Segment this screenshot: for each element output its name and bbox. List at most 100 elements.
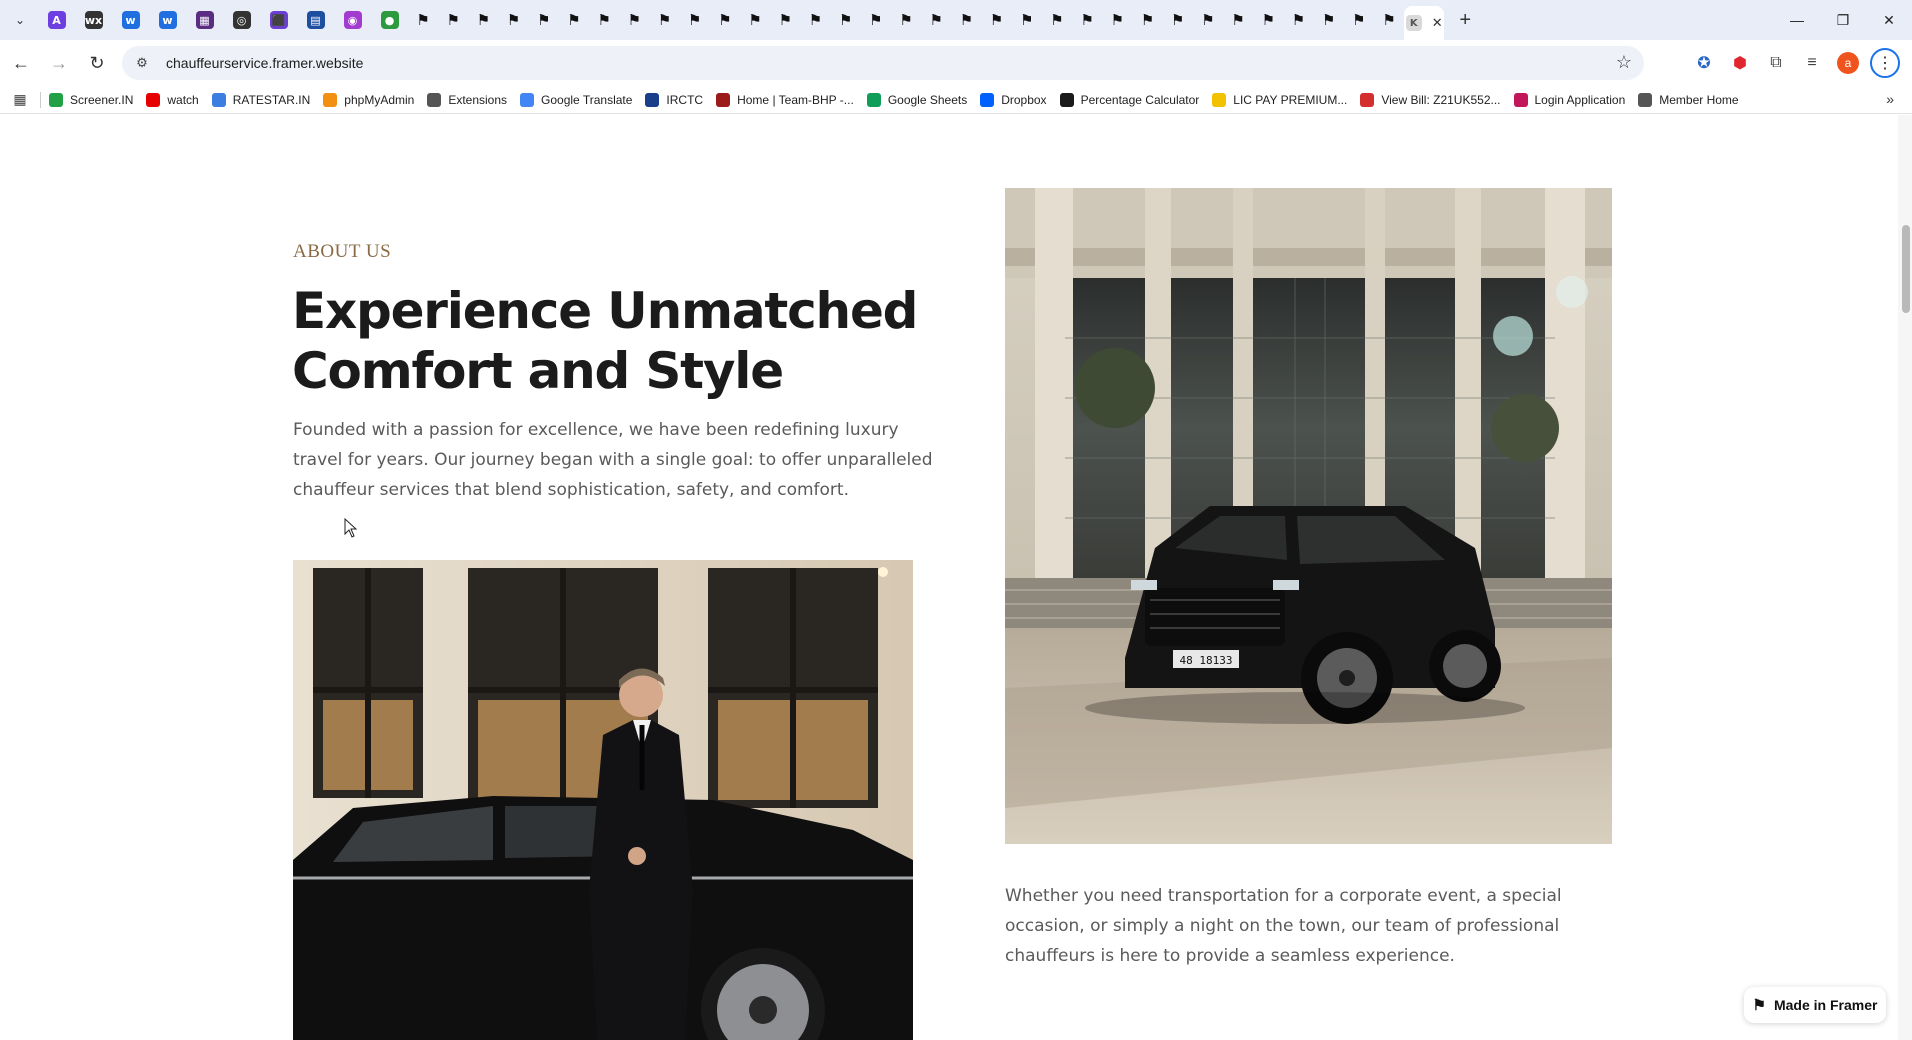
url-text[interactable]: chauffeurservice.framer.website — [166, 55, 363, 71]
forward-button[interactable]: → — [42, 46, 76, 80]
framer-tab-12[interactable]: ⚑ — [740, 4, 770, 36]
pinned-tab-6[interactable]: ◎ — [223, 4, 260, 36]
extensions-puzzle-icon[interactable]: ⧉ — [1758, 46, 1794, 80]
translate-icon — [520, 92, 535, 107]
framer-tab-26[interactable]: ⚑ — [1163, 4, 1193, 36]
site-info-icon[interactable]: ⚙ — [132, 53, 152, 73]
active-tab[interactable]: K ✕ — [1404, 6, 1445, 40]
extension-shield-icon[interactable]: ⬢ — [1722, 46, 1758, 80]
pinned-tab-7[interactable]: ⬛ — [260, 4, 297, 36]
purple-a-icon: A — [47, 11, 66, 29]
framer-tab-23[interactable]: ⚑ — [1072, 4, 1102, 36]
bookmark-item[interactable]: phpMyAdmin — [323, 92, 414, 107]
bookmark-item[interactable]: Extensions — [427, 92, 507, 107]
framer-icon: ⚑ — [1171, 11, 1185, 29]
pinned-tab-3[interactable]: w — [112, 4, 149, 36]
bookmark-item[interactable]: Percentage Calculator — [1059, 92, 1200, 107]
framer-tab-6[interactable]: ⚑ — [559, 4, 589, 36]
framer-tab-17[interactable]: ⚑ — [891, 4, 921, 36]
blue-w-icon: w — [121, 11, 140, 29]
framer-tab-32[interactable]: ⚑ — [1344, 4, 1374, 36]
bookmark-item[interactable]: RATESTAR.IN — [211, 92, 310, 107]
pinned-tab-8[interactable]: ▤ — [297, 4, 334, 36]
media-controls-icon[interactable]: ≡ — [1794, 46, 1830, 80]
framer-icon: ⚑ — [1231, 11, 1245, 29]
framer-tab-28[interactable]: ⚑ — [1223, 4, 1253, 36]
bookmark-item[interactable]: Screener.IN — [49, 92, 133, 107]
bookmark-item[interactable]: View Bill: Z21UK552... — [1360, 92, 1501, 107]
bookmark-star-icon[interactable]: ☆ — [1616, 52, 1632, 73]
framer-tab-10[interactable]: ⚑ — [680, 4, 710, 36]
bookmark-label: Percentage Calculator — [1080, 92, 1200, 107]
bookmark-item[interactable]: Login Application — [1513, 92, 1625, 107]
bookmark-label: Home | Team-BHP -... — [737, 92, 854, 107]
framer-tab-27[interactable]: ⚑ — [1193, 4, 1223, 36]
framer-tab-31[interactable]: ⚑ — [1314, 4, 1344, 36]
bookmark-item[interactable]: Member Home — [1638, 92, 1739, 107]
framer-tab-11[interactable]: ⚑ — [710, 4, 740, 36]
bookmark-item[interactable]: Google Sheets — [866, 92, 967, 107]
framer-tab-13[interactable]: ⚑ — [770, 4, 800, 36]
pinned-tab-5[interactable]: ▦ — [186, 4, 223, 36]
more-bookmarks-icon[interactable]: » — [1886, 91, 1894, 107]
framer-tab-14[interactable]: ⚑ — [800, 4, 830, 36]
address-bar[interactable]: ⚙ chauffeurservice.framer.website ☆ — [122, 46, 1644, 80]
puzzle-icon — [427, 92, 442, 107]
page-title: Experience Unmatched Comfort and Style — [292, 282, 918, 400]
bookmark-item[interactable]: LIC PAY PREMIUM... — [1212, 92, 1347, 107]
pinned-tab-4[interactable]: w — [149, 4, 186, 36]
framer-tab-7[interactable]: ⚑ — [589, 4, 619, 36]
framer-tab-24[interactable]: ⚑ — [1102, 4, 1132, 36]
extension-globe-icon[interactable]: ✪ — [1686, 46, 1722, 80]
framer-tab-29[interactable]: ⚑ — [1253, 4, 1283, 36]
framer-tab-3[interactable]: ⚑ — [468, 4, 498, 36]
framer-tab-30[interactable]: ⚑ — [1283, 4, 1313, 36]
framer-icon: ⚑ — [1201, 11, 1215, 29]
bookmark-label: watch — [167, 92, 199, 107]
framer-tab-16[interactable]: ⚑ — [861, 4, 891, 36]
framer-tab-18[interactable]: ⚑ — [921, 4, 951, 36]
intro-paragraph: Founded with a passion for excellence, w… — [293, 420, 933, 500]
close-tab-icon[interactable]: ✕ — [1432, 15, 1443, 31]
framer-tab-25[interactable]: ⚑ — [1133, 4, 1163, 36]
bookmark-item[interactable]: watch — [146, 92, 199, 107]
framer-icon: ⚑ — [567, 11, 581, 29]
scrollbar-thumb[interactable] — [1902, 225, 1910, 313]
framer-tab-19[interactable]: ⚑ — [951, 4, 981, 36]
framer-tab-1[interactable]: ⚑ — [408, 4, 438, 36]
framer-tab-33[interactable]: ⚑ — [1374, 4, 1404, 36]
framer-icon: ⚑ — [446, 11, 460, 29]
apps-grid-icon[interactable]: ▦ — [6, 91, 34, 108]
framer-tab-22[interactable]: ⚑ — [1042, 4, 1072, 36]
close-window-icon[interactable]: ✕ — [1866, 0, 1912, 40]
framer-tab-15[interactable]: ⚑ — [831, 4, 861, 36]
lic-icon — [1212, 92, 1227, 107]
framer-icon: ⚑ — [1382, 11, 1396, 29]
profile-avatar[interactable]: a — [1830, 46, 1866, 80]
pinned-tab-1[interactable]: A — [38, 4, 75, 36]
framer-tab-21[interactable]: ⚑ — [1012, 4, 1042, 36]
framer-tab-4[interactable]: ⚑ — [499, 4, 529, 36]
tab-search-icon[interactable]: ⌄ — [6, 6, 34, 34]
bookmark-item[interactable]: Google Translate — [520, 92, 632, 107]
browser-menu-icon[interactable]: ⋮ — [1870, 48, 1900, 78]
bookmark-item[interactable]: IRCTC — [645, 92, 703, 107]
framer-tab-5[interactable]: ⚑ — [529, 4, 559, 36]
pinned-tab-2[interactable]: wx — [75, 4, 112, 36]
framer-tab-20[interactable]: ⚑ — [982, 4, 1012, 36]
framer-tab-8[interactable]: ⚑ — [619, 4, 649, 36]
pinned-tab-10[interactable]: ● — [371, 4, 408, 36]
framer-tab-2[interactable]: ⚑ — [438, 4, 468, 36]
page-scrollbar[interactable] — [1898, 115, 1912, 1040]
bookmark-item[interactable]: Home | Team-BHP -... — [716, 92, 854, 107]
new-tab-button[interactable]: + — [1450, 5, 1480, 35]
reload-button[interactable]: ↻ — [80, 46, 114, 80]
bookmark-item[interactable]: Dropbox — [980, 92, 1047, 107]
framer-tab-9[interactable]: ⚑ — [650, 4, 680, 36]
extensions-area: ✪ ⬢ ⧉ ≡ a ⋮ — [1686, 46, 1900, 80]
restore-icon[interactable]: ❐ — [1820, 0, 1866, 40]
pinned-tab-9[interactable]: ◉ — [334, 4, 371, 36]
minimize-icon[interactable]: — — [1774, 0, 1820, 40]
made-in-framer-badge[interactable]: ⚑ Made in Framer — [1744, 987, 1886, 1023]
back-button[interactable]: ← — [4, 46, 38, 80]
